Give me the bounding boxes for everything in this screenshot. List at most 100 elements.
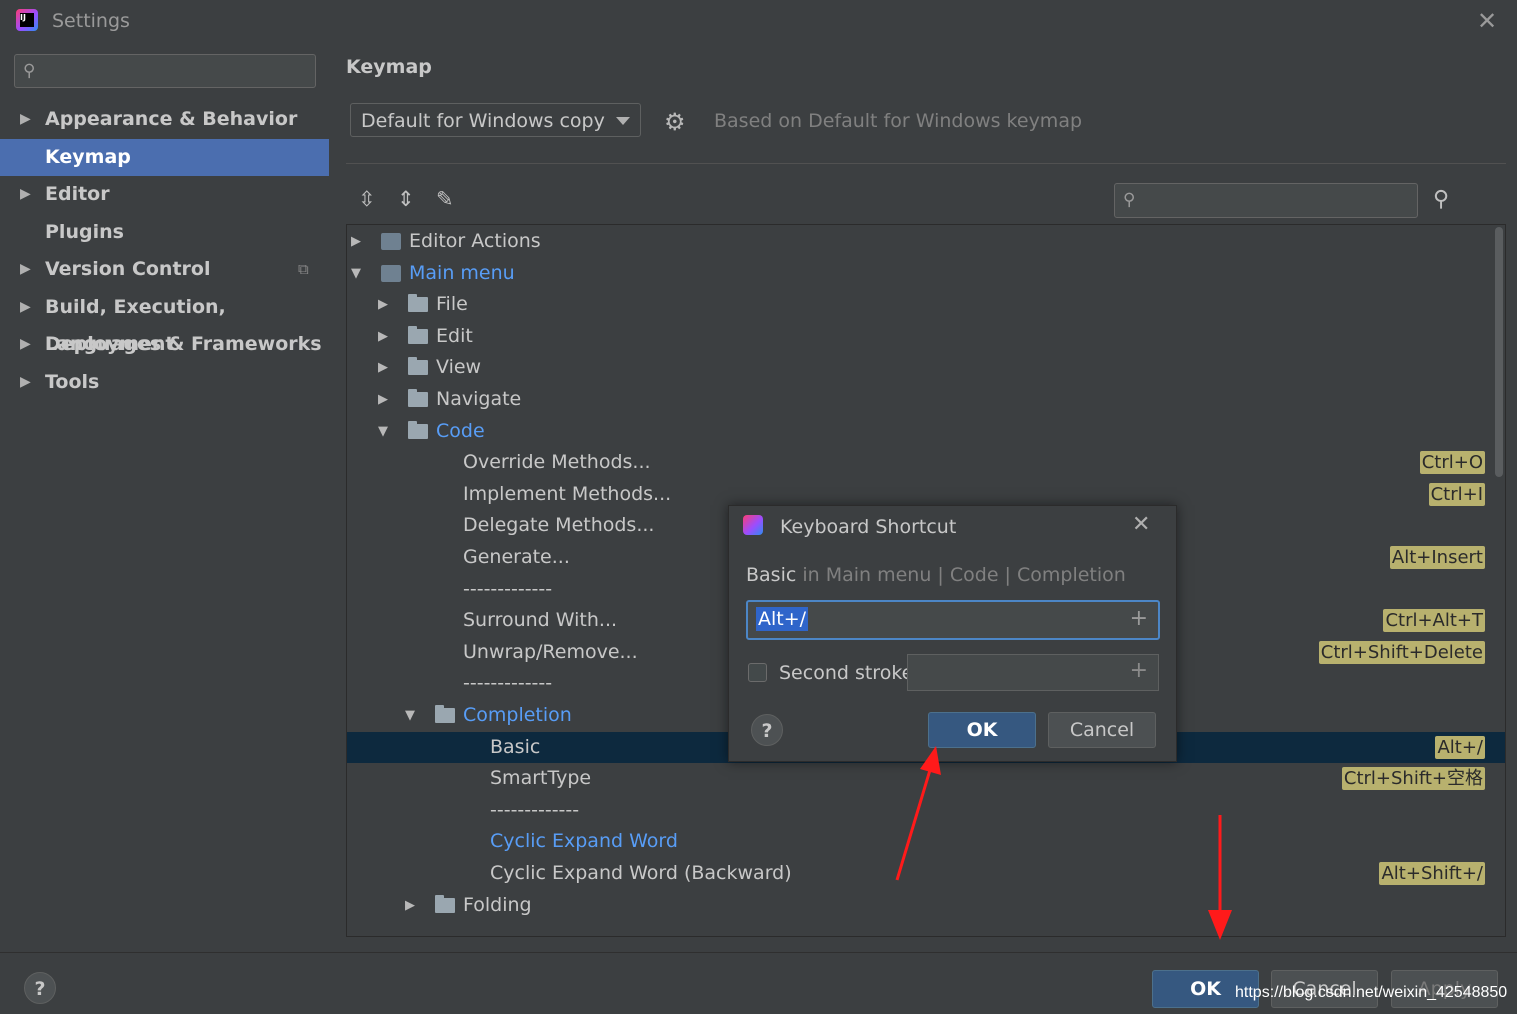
- sidebar-item-label: Languages & Frameworks: [45, 333, 322, 355]
- dialog-ok-button[interactable]: OK: [928, 712, 1036, 748]
- first-stroke-input[interactable]: Alt+/ +: [746, 600, 1160, 640]
- chevron-down-icon: [616, 117, 630, 125]
- close-icon[interactable]: ✕: [1132, 512, 1150, 537]
- folder-icon: [435, 705, 455, 723]
- tree-row-label: -------------: [463, 672, 553, 695]
- collapse-all-icon[interactable]: ⇕: [397, 187, 415, 211]
- shortcut-badge: Ctrl+Alt+T: [1383, 609, 1485, 633]
- help-button[interactable]: ?: [751, 714, 783, 746]
- tree-row-label: Generate...: [463, 546, 570, 568]
- folder-icon: [408, 325, 428, 344]
- tree-row[interactable]: ▼ Main menu: [347, 258, 1505, 289]
- keymap-dropdown-value: Default for Windows copy: [361, 110, 605, 132]
- add-icon[interactable]: +: [1130, 658, 1148, 683]
- dialog-cancel-button[interactable]: Cancel: [1048, 712, 1156, 748]
- chevron-right-icon[interactable]: ▶: [378, 352, 388, 383]
- tree-row-label: Surround With...: [463, 609, 618, 632]
- tree-row[interactable]: Override Methods... Ctrl+O: [347, 447, 1505, 478]
- chevron-right-icon[interactable]: ▶: [378, 384, 388, 415]
- settings-search-input[interactable]: ⚲: [14, 54, 316, 88]
- chevron-right-icon[interactable]: ▶: [20, 364, 31, 401]
- gear-icon[interactable]: ⚙: [664, 108, 686, 136]
- tree-row[interactable]: ▶ File: [347, 289, 1505, 320]
- tree-row-label: Code: [436, 419, 485, 442]
- tree-row[interactable]: ▶ Edit: [347, 321, 1505, 352]
- tree-row[interactable]: ▼ Code: [347, 416, 1505, 447]
- tree-row-label: -------------: [463, 925, 553, 937]
- find-by-shortcut-icon[interactable]: ⚲: [1433, 187, 1449, 212]
- folder-icon: [408, 420, 428, 439]
- sidebar-item-label: Version Control: [45, 258, 211, 280]
- chevron-right-icon[interactable]: ▶: [351, 226, 361, 257]
- sidebar-item-tools[interactable]: ▶ Tools: [0, 364, 329, 401]
- tree-row-label: View: [436, 356, 482, 379]
- chevron-right-icon[interactable]: ▶: [405, 890, 415, 921]
- page-title: Keymap: [346, 56, 432, 78]
- keyboard-shortcut-dialog: Keyboard Shortcut ✕ Basic in Main menu |…: [728, 505, 1177, 762]
- tree-row[interactable]: ▶ Folding: [347, 890, 1505, 921]
- tree-row[interactable]: SmartType Ctrl+Shift+空格: [347, 763, 1505, 794]
- chevron-right-icon[interactable]: ▶: [378, 289, 388, 320]
- folder-icon: [408, 389, 428, 407]
- tree-row-label: Override Methods...: [463, 451, 651, 474]
- chevron-right-icon[interactable]: ▶: [20, 176, 31, 213]
- sidebar-item-keymap[interactable]: Keymap: [0, 139, 329, 176]
- folder-icon: [435, 894, 455, 913]
- chevron-right-icon[interactable]: ▶: [20, 289, 31, 326]
- tree-row[interactable]: Cyclic Expand Word (Backward) Alt+Shift+/: [347, 858, 1505, 889]
- chevron-right-icon[interactable]: ▶: [20, 326, 31, 363]
- tree-row-label: Editor Actions: [409, 230, 541, 252]
- tree-row[interactable]: Cyclic Expand Word: [347, 826, 1505, 857]
- shortcut-badge: Ctrl+I: [1428, 482, 1485, 506]
- tree-row[interactable]: -------------: [347, 795, 1505, 826]
- shortcut-badge: Alt+Insert: [1389, 546, 1485, 569]
- second-stroke-input[interactable]: +: [907, 654, 1159, 691]
- intellij-logo-icon: IJ: [16, 9, 38, 31]
- tree-row-label: Cyclic Expand Word: [490, 830, 678, 853]
- tree-row-label: -------------: [463, 577, 553, 600]
- sidebar-item-label: Appearance & Behavior: [45, 108, 298, 130]
- tree-row[interactable]: ▶ Editor Actions: [347, 226, 1505, 257]
- close-icon[interactable]: ✕: [1474, 8, 1500, 34]
- expand-all-icon[interactable]: ⇳: [358, 187, 376, 211]
- tree-row[interactable]: -------------: [347, 921, 1505, 937]
- tree-row[interactable]: ▶ View: [347, 352, 1505, 383]
- sidebar-item-plugins[interactable]: Plugins: [0, 214, 329, 251]
- tree-row-label: File: [436, 293, 468, 316]
- tree-row-label: Basic: [490, 735, 541, 758]
- main-menu-icon: [381, 264, 401, 282]
- sidebar-item-appearance-behavior[interactable]: ▶ Appearance & Behavior: [0, 101, 329, 138]
- shortcut-badge: Alt+Shift+/: [1379, 862, 1485, 885]
- chevron-down-icon[interactable]: ▼: [351, 258, 361, 289]
- chevron-right-icon[interactable]: ▶: [378, 321, 388, 352]
- sidebar-item-label: Editor: [45, 183, 110, 205]
- based-on-text: Based on Default for Windows keymap: [714, 110, 1083, 132]
- chevron-down-icon[interactable]: ▼: [405, 700, 415, 731]
- chevron-right-icon[interactable]: ▶: [20, 101, 31, 138]
- tree-row-label: SmartType: [490, 767, 592, 790]
- help-button[interactable]: ?: [24, 972, 56, 1004]
- folder-icon: [408, 357, 428, 376]
- second-stroke-checkbox[interactable]: [748, 663, 767, 682]
- tree-row[interactable]: ▶ Navigate: [347, 384, 1505, 415]
- keymap-dropdown[interactable]: Default for Windows copy: [350, 103, 641, 137]
- tree-row-label: Implement Methods...: [463, 482, 672, 505]
- chevron-right-icon[interactable]: ▶: [20, 251, 31, 288]
- tree-row-label: Delegate Methods...: [463, 514, 655, 537]
- window-title: Settings: [52, 10, 130, 32]
- add-icon[interactable]: +: [1130, 606, 1148, 631]
- intellij-logo-icon: [743, 515, 763, 535]
- watermark-text: https://blog.csdn.net/weixin_42548850: [1235, 984, 1508, 1001]
- search-icon: ⚲: [23, 61, 36, 81]
- chevron-down-icon[interactable]: ▼: [378, 416, 388, 447]
- edit-pencil-icon[interactable]: ✎: [436, 187, 454, 211]
- sidebar-item-editor[interactable]: ▶ Editor: [0, 176, 329, 213]
- sidebar-item-version-control[interactable]: ▶ Version Control ⧉: [0, 251, 329, 288]
- shortcut-badge: Ctrl+Shift+Delete: [1318, 640, 1485, 664]
- sidebar-item-languages-frameworks[interactable]: ▶ Languages & Frameworks: [0, 326, 329, 363]
- sidebar-item-build-execution-deployment[interactable]: ▶ Build, Execution, Deployment: [0, 289, 329, 355]
- sidebar-item-label: Keymap: [45, 146, 131, 168]
- keymap-search-input[interactable]: ⚲: [1114, 183, 1418, 218]
- search-icon: ⚲: [1123, 190, 1136, 210]
- action-name: Basic: [746, 564, 797, 586]
